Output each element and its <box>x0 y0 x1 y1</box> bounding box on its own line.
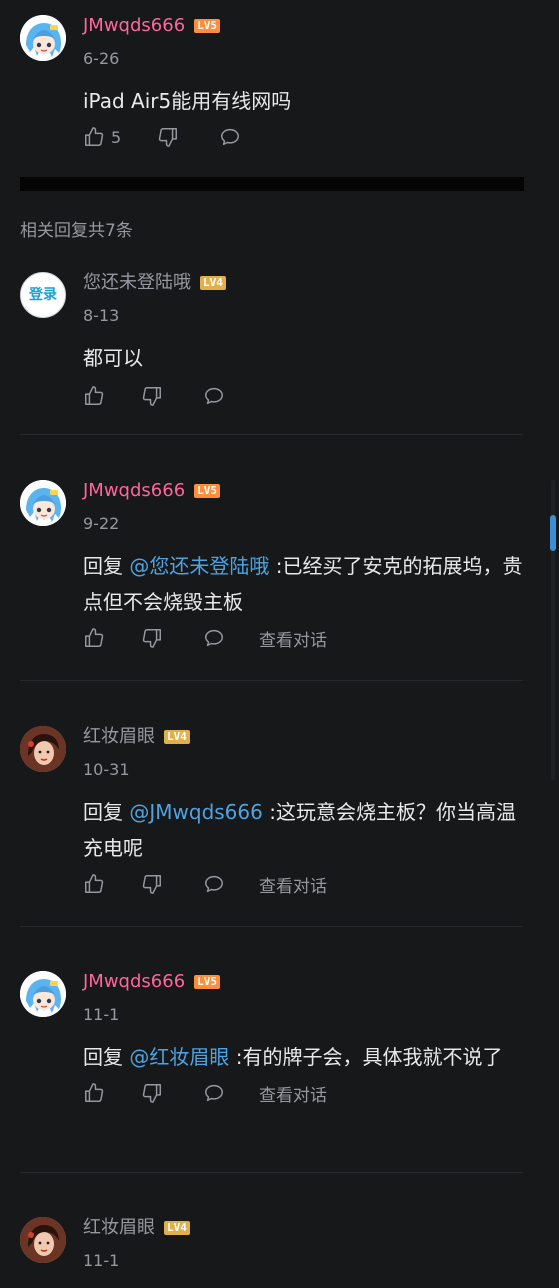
dislike-button[interactable] <box>157 126 179 148</box>
reply-actions: 查看对话 <box>83 1080 523 1106</box>
reply-date: 8-13 <box>83 306 120 325</box>
reply-button[interactable] <box>203 873 225 895</box>
username[interactable]: 红妆眉眼 <box>83 724 155 750</box>
like-button[interactable] <box>83 873 105 895</box>
thumb-up-icon <box>83 627 105 649</box>
avatar[interactable] <box>20 726 66 772</box>
reply-button[interactable] <box>203 1082 225 1104</box>
login-avatar-text: 登录 <box>29 287 57 303</box>
avatar[interactable] <box>20 480 66 526</box>
view-conversation-link[interactable]: 查看对话 <box>259 626 327 651</box>
reply-text: 回复 @JMwqds666 :这玩意会烧主板？你当高温充电呢 <box>83 800 516 860</box>
chat-bubble-icon <box>203 627 225 649</box>
reply-actions: 查看对话 <box>83 625 523 651</box>
level-badge: LV5 <box>194 975 221 989</box>
thumb-down-icon <box>141 627 163 649</box>
reply-date: 9-22 <box>83 514 120 533</box>
anime-avatar-icon <box>20 480 66 526</box>
divider <box>20 434 523 435</box>
comment-date: 6-26 <box>83 49 120 68</box>
reply-item: JMwqds666 LV5 9-22 回复 @您还未登陆哦 :已经买了安克的拓展… <box>0 480 559 651</box>
reply-text: 都可以 <box>83 346 143 370</box>
anime-avatar-icon <box>20 971 66 1017</box>
section-divider <box>20 177 524 191</box>
chat-bubble-icon <box>203 873 225 895</box>
like-count: 5 <box>111 127 122 147</box>
dislike-button[interactable] <box>141 1082 163 1104</box>
mention-link[interactable]: @JMwqds666 <box>129 800 263 824</box>
dislike-button[interactable] <box>141 627 163 649</box>
thumb-down-icon <box>141 873 163 895</box>
reply-actions <box>83 383 523 409</box>
divider <box>20 680 523 681</box>
chat-bubble-icon <box>219 126 241 148</box>
thumb-down-icon <box>141 1082 163 1104</box>
main-comment: JMwqds666 LV5 6-26 iPad Air5能用有线网吗 5 <box>0 15 559 150</box>
thumb-up-icon <box>83 1082 105 1104</box>
reply-text: 回复 @红妆眉眼 :有的牌子会，具体我就不说了 <box>83 1045 503 1069</box>
username[interactable]: JMwqds666 <box>83 478 185 504</box>
reply-button[interactable] <box>219 126 241 148</box>
reply-date: 11-1 <box>83 1005 120 1024</box>
reply-date: 11-1 <box>83 1251 120 1270</box>
like-button[interactable] <box>83 627 105 649</box>
level-badge: LV4 <box>164 1221 190 1235</box>
like-button[interactable] <box>83 1082 105 1104</box>
thumb-down-icon <box>141 385 163 407</box>
reply-item: 登录 您还未登陆哦 LV4 8-13 都可以 <box>0 272 559 409</box>
mention-link[interactable]: @红妆眉眼 <box>129 1045 229 1069</box>
level-badge: LV4 <box>164 730 190 744</box>
anime-avatar-icon <box>20 15 66 61</box>
girl-avatar-icon <box>20 726 66 772</box>
dislike-button[interactable] <box>141 385 163 407</box>
avatar[interactable] <box>20 971 66 1017</box>
divider <box>20 1172 523 1173</box>
avatar[interactable]: 登录 <box>20 272 66 318</box>
scrollbar-thumb[interactable] <box>550 515 556 551</box>
chat-bubble-icon <box>203 1082 225 1104</box>
reply-button[interactable] <box>203 385 225 407</box>
view-conversation-link[interactable]: 查看对话 <box>259 1081 327 1106</box>
level-badge: LV4 <box>200 276 226 290</box>
like-button[interactable] <box>83 385 105 407</box>
username[interactable]: 您还未登陆哦 <box>83 270 191 296</box>
reply-text: 回复 @您还未登陆哦 :已经买了安克的拓展坞，贵点但不会烧毁主板 <box>83 554 523 614</box>
divider <box>20 926 523 927</box>
thumb-up-icon <box>83 873 105 895</box>
thumb-up-icon <box>83 126 105 148</box>
reply-count-title: 相关回复共7条 <box>20 221 133 241</box>
username[interactable]: JMwqds666 <box>83 13 185 39</box>
avatar[interactable] <box>20 1217 66 1263</box>
comment-actions: 5 <box>83 124 523 150</box>
view-conversation-link[interactable]: 查看对话 <box>259 872 327 897</box>
girl-avatar-icon <box>20 1217 66 1263</box>
reply-item: 红妆眉眼 LV4 11-1 <box>0 1217 559 1272</box>
username[interactable]: 红妆眉眼 <box>83 1215 155 1241</box>
reply-item: 红妆眉眼 LV4 10-31 回复 @JMwqds666 :这玩意会烧主板？你当… <box>0 726 559 897</box>
username[interactable]: JMwqds666 <box>83 969 185 995</box>
avatar[interactable] <box>20 15 66 61</box>
mention-link[interactable]: @您还未登陆哦 <box>129 554 269 578</box>
level-badge: LV5 <box>194 484 221 498</box>
thumb-down-icon <box>157 126 179 148</box>
comment-text: iPad Air5能用有线网吗 <box>83 89 292 113</box>
thumb-up-icon <box>83 385 105 407</box>
reply-actions: 查看对话 <box>83 871 523 897</box>
dislike-button[interactable] <box>141 873 163 895</box>
reply-date: 10-31 <box>83 760 130 779</box>
reply-button[interactable] <box>203 627 225 649</box>
level-badge: LV5 <box>194 19 221 33</box>
reply-item: JMwqds666 LV5 11-1 回复 @红妆眉眼 :有的牌子会，具体我就不… <box>0 971 559 1106</box>
like-button[interactable]: 5 <box>83 126 121 148</box>
chat-bubble-icon <box>203 385 225 407</box>
